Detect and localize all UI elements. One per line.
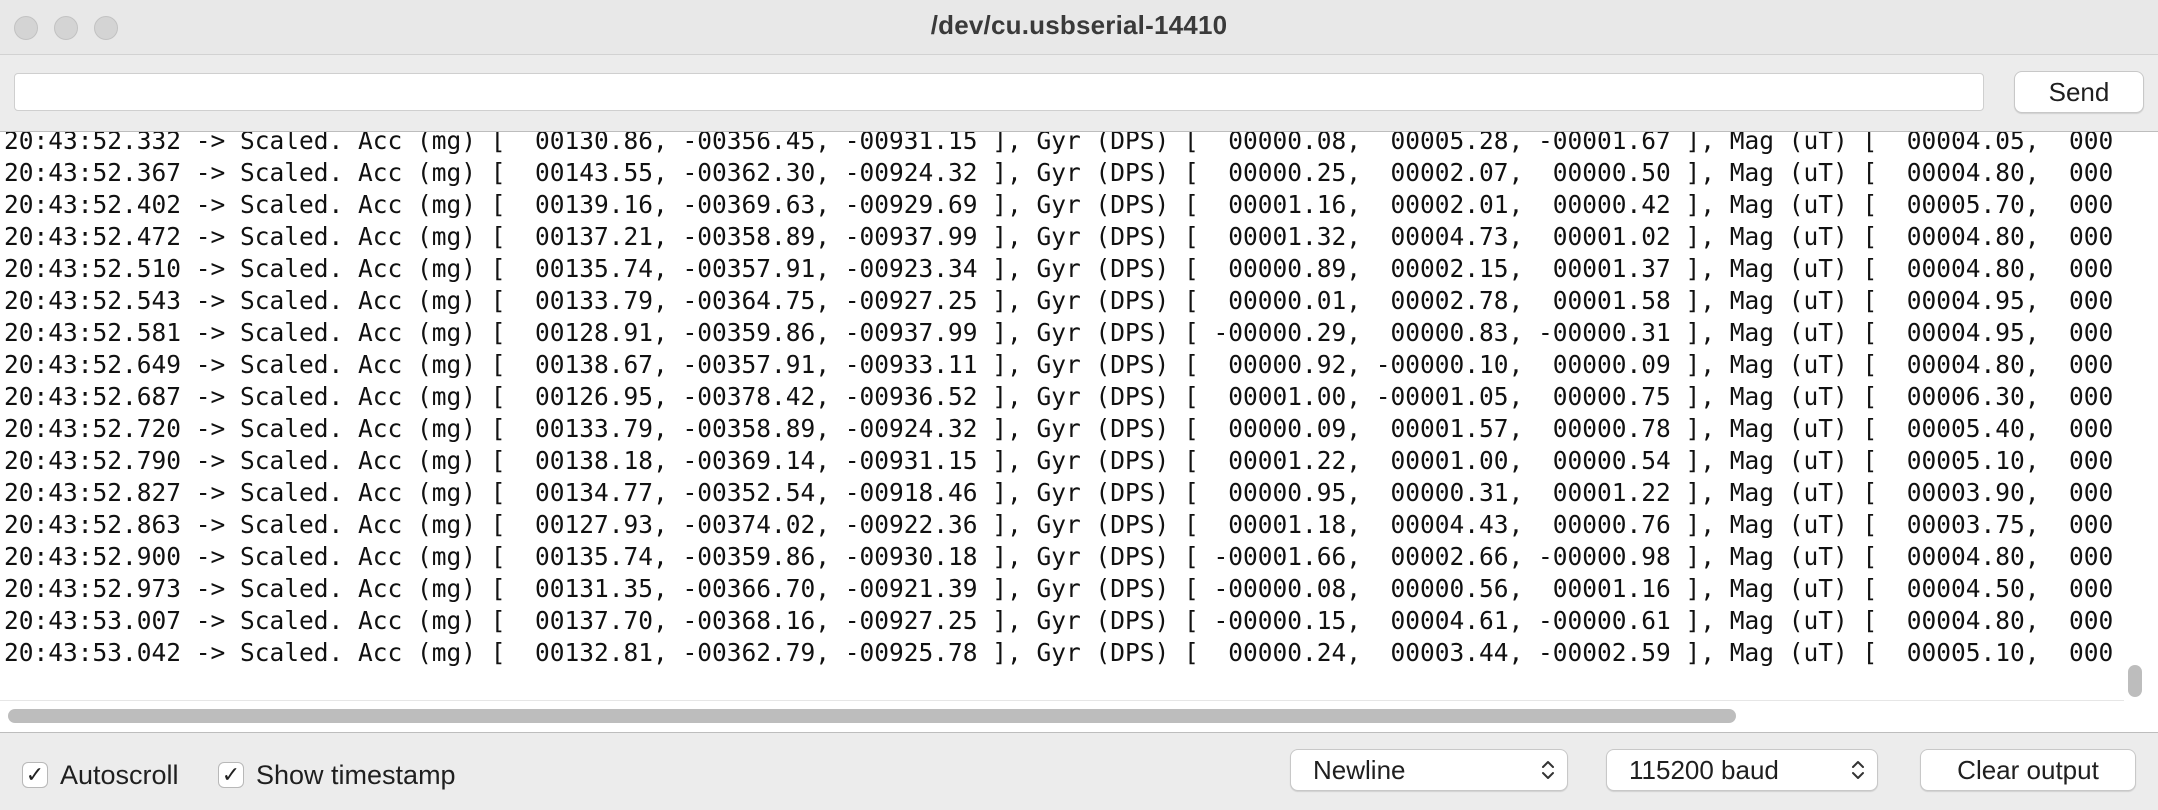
output-line: 20:43:52.402 -> Scaled. Acc (mg) [ 00139… (4, 190, 2114, 219)
chevron-up-down-icon (1542, 761, 1554, 779)
output-line: 20:43:53.007 -> Scaled. Acc (mg) [ 00137… (4, 606, 2114, 635)
baud-rate-value: 115200 baud (1629, 755, 1779, 785)
output-line: 20:43:52.472 -> Scaled. Acc (mg) [ 00137… (4, 222, 2114, 251)
send-button[interactable]: Send (2014, 71, 2144, 113)
checkmark-icon: ✓ (221, 762, 241, 787)
output-line: 20:43:52.687 -> Scaled. Acc (mg) [ 00126… (4, 382, 2114, 411)
serial-output-area[interactable]: 20:43:52.332 -> Scaled. Acc (mg) [ 00130… (0, 131, 2158, 733)
output-line: 20:43:52.581 -> Scaled. Acc (mg) [ 00128… (4, 318, 2114, 347)
output-line: 20:43:52.900 -> Scaled. Acc (mg) [ 00135… (4, 542, 2114, 571)
output-line: 20:43:52.649 -> Scaled. Acc (mg) [ 00138… (4, 350, 2114, 379)
vertical-scrollbar-thumb[interactable] (2128, 665, 2142, 697)
output-line: 20:43:52.720 -> Scaled. Acc (mg) [ 00133… (4, 414, 2114, 443)
horizontal-scrollbar-thumb[interactable] (8, 709, 1736, 723)
autoscroll-label: Autoscroll (60, 759, 179, 790)
serial-monitor-window: /dev/cu.usbserial-14410 Send 20:43:52.33… (0, 0, 2158, 810)
output-line: 20:43:52.543 -> Scaled. Acc (mg) [ 00133… (4, 286, 2114, 315)
checkmark-icon: ✓ (25, 762, 45, 787)
show-timestamp-toggle[interactable]: ✓ Show timestamp (218, 760, 456, 790)
output-line: 20:43:53.042 -> Scaled. Acc (mg) [ 00132… (4, 638, 2114, 667)
autoscroll-toggle[interactable]: ✓ Autoscroll (22, 760, 179, 790)
output-line: 20:43:52.863 -> Scaled. Acc (mg) [ 00127… (4, 510, 2114, 539)
send-message-input[interactable] (14, 73, 1984, 111)
output-line: 20:43:52.510 -> Scaled. Acc (mg) [ 00135… (4, 254, 2114, 283)
title-bar: /dev/cu.usbserial-14410 (0, 0, 2158, 55)
line-ending-select[interactable]: Newline (1290, 749, 1568, 791)
clear-output-button[interactable]: Clear output (1920, 749, 2136, 791)
output-line: 20:43:52.332 -> Scaled. Acc (mg) [ 00130… (4, 131, 2114, 155)
autoscroll-checkbox[interactable]: ✓ (22, 762, 48, 788)
output-line: 20:43:52.367 -> Scaled. Acc (mg) [ 00143… (4, 158, 2114, 187)
window-title: /dev/cu.usbserial-14410 (930, 10, 1228, 40)
baud-rate-select[interactable]: 115200 baud (1606, 749, 1878, 791)
output-line: 20:43:52.790 -> Scaled. Acc (mg) [ 00138… (4, 446, 2114, 475)
horizontal-scrollbar[interactable] (0, 700, 2124, 731)
show-timestamp-checkbox[interactable]: ✓ (218, 762, 244, 788)
output-line: 20:43:52.973 -> Scaled. Acc (mg) [ 00131… (4, 574, 2114, 603)
output-lines: 20:43:52.332 -> Scaled. Acc (mg) [ 00130… (4, 131, 2114, 685)
show-timestamp-label: Show timestamp (256, 759, 456, 790)
output-line: 20:43:52.827 -> Scaled. Acc (mg) [ 00134… (4, 478, 2114, 507)
chevron-up-down-icon (1852, 761, 1864, 779)
line-ending-value: Newline (1313, 755, 1406, 785)
